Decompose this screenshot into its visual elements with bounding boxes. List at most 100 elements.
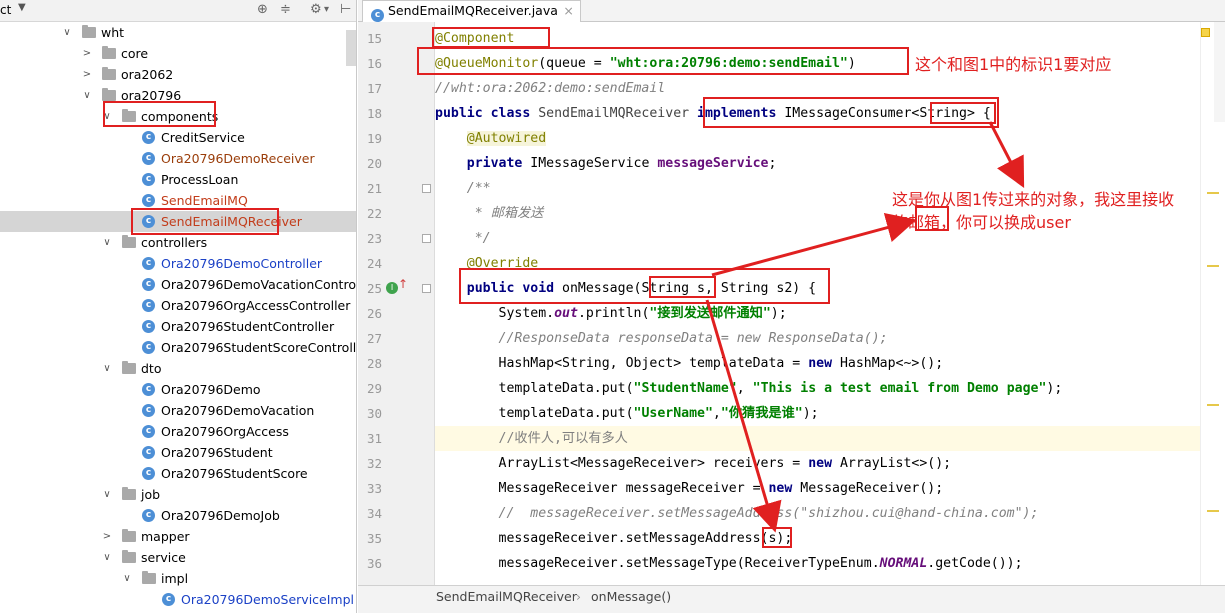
tree-class-item[interactable]: c Ora20796Demo [0,379,356,400]
tree-folder[interactable]: ∨ service [0,547,356,568]
code-line-19[interactable]: @Autowired [435,126,1225,151]
code-line-27[interactable]: //ResponseData responseData = new Respon… [435,326,1225,351]
editor-gutter: 15 16 17 18 19 20 21 22 23 24 25 26 27 28 29 30 31 32 33 34… [358,22,435,585]
code-line-15[interactable]: @Component [435,26,1225,51]
code-line-25[interactable]: public void onMessage(String s, String s… [435,276,1225,301]
chevron-down-icon[interactable]: ∨ [102,484,112,505]
tree-label: Ora20796DemoController [161,256,323,271]
gear-dropdown-icon[interactable]: ▾ [324,4,329,15]
tree-class-item[interactable]: c Ora20796StudentScore [0,463,356,484]
tree-class-item[interactable]: c Ora20796DemoReceiver [0,148,356,169]
annotation-note-object-line1: 这是你从图1传过来的对象，我这里接收 [892,190,1175,209]
code-line-31[interactable]: //收件人,可以有多人 [435,426,1225,451]
editor-scrollbar[interactable] [1214,22,1225,122]
chevron-right-icon[interactable]: > [82,64,92,85]
code-line-28[interactable]: HashMap<String, Object> templateData = n… [435,351,1225,376]
tree-folder[interactable]: ∨ impl [0,568,356,589]
tree-label: Ora20796OrgAccessController [161,298,351,313]
chevron-down-icon[interactable]: ∨ [102,232,112,253]
folder-icon [122,529,136,542]
project-scrollbar[interactable] [346,30,356,66]
class-icon: c [142,257,155,270]
code-line-35[interactable]: messageReceiver.setMessageAddress(s); [435,526,1225,551]
class-icon: c [142,446,155,459]
tree-class-item[interactable]: c Ora20796DemoVacationController [0,274,356,295]
code-line-29[interactable]: templateData.put("StudentName", "This is… [435,376,1225,401]
collapse-icon[interactable]: ≑ [280,2,291,17]
chevron-right-icon[interactable]: > [102,526,112,547]
code-line-24[interactable]: @Override [435,251,1225,276]
override-icon[interactable]: I [386,282,398,294]
tree-label: Ora20796Student [161,445,273,460]
line-number: 31 [366,431,382,446]
chevron-down-icon[interactable]: ∨ [102,358,112,379]
breadcrumb: SendEmailMQReceiver › onMessage() [358,585,1225,613]
tree-class-item[interactable]: c CreditService [0,127,356,148]
tree-class-item[interactable]: c Ora20796DemoVacation [0,400,356,421]
chevron-right-icon[interactable]: > [82,43,92,64]
tree-class-item[interactable]: c Ora20796OrgAccessController [0,295,356,316]
inspection-icon[interactable] [1201,28,1210,37]
gear-icon[interactable]: ⚙ [310,2,322,17]
tree-label: SendEmailMQ [161,193,248,208]
chevron-down-icon[interactable]: ∨ [82,85,92,106]
tree-folder[interactable]: ∨ components [0,106,356,127]
tree-folder[interactable]: > core [0,43,356,64]
close-icon[interactable]: × [563,1,573,21]
line-number: 33 [366,481,382,496]
tab-label: SendEmailMQReceiver.java [388,3,558,18]
tab-sendemailmqreceiver[interactable]: c SendEmailMQReceiver.java × [362,0,581,22]
code-line-18[interactable]: public class SendEmailMQReceiver impleme… [435,101,1225,126]
chevron-down-icon[interactable]: ∨ [122,568,132,589]
annotation-note-queue: 这个和图1中的标识1要对应 [915,55,1112,74]
code-line-36[interactable]: messageReceiver.setMessageType(ReceiverT… [435,551,1225,576]
tree-folder[interactable]: ∨ controllers [0,232,356,253]
class-icon: c [142,383,155,396]
class-icon: c [142,152,155,165]
implements-arrow-icon[interactable]: ↑ [398,277,408,291]
folder-icon [82,25,96,38]
chevron-down-icon[interactable]: ∨ [102,106,112,127]
line-number: 15 [366,31,382,46]
tree-label: components [141,109,219,124]
tree-folder[interactable]: > ora2062 [0,64,356,85]
tree-class-item[interactable]: c Ora20796StudentScoreController [0,337,356,358]
code-line-26[interactable]: System.out.println("接到发送邮件通知"); [435,301,1225,326]
chevron-down-icon[interactable]: ∨ [102,547,112,568]
tree-label: core [121,46,149,61]
fold-icon[interactable] [422,184,431,193]
code-line-32[interactable]: ArrayList<MessageReceiver> receivers = n… [435,451,1225,476]
code-line-33[interactable]: MessageReceiver messageReceiver = new Me… [435,476,1225,501]
breadcrumb-class[interactable]: SendEmailMQReceiver [436,586,577,608]
line-number: 32 [366,456,382,471]
tree-class-item[interactable]: c Ora20796Student [0,442,356,463]
code-line-17[interactable]: //wht:ora:2062:demo:sendEmail [435,76,1225,101]
tree-class-item[interactable]: c Ora20796DemoServiceImpl [0,589,356,610]
tree-folder[interactable]: ∨ wht [0,22,356,43]
locate-icon[interactable]: ⊕ [257,2,268,17]
class-icon: c [142,173,155,186]
code-line-34[interactable]: // messageReceiver.setMessageAddress("sh… [435,501,1225,526]
chevron-down-icon[interactable]: ∨ [62,22,72,43]
tree-folder[interactable]: ∨ dto [0,358,356,379]
fold-icon[interactable] [422,234,431,243]
hide-icon[interactable]: ⊢ [340,2,351,17]
tree-folder[interactable]: ∨ ora20796 [0,85,356,106]
tree-class-item[interactable]: c Ora20796DemoController [0,253,356,274]
project-dropdown-icon[interactable]: ▼ [18,2,26,13]
fold-icon[interactable] [422,284,431,293]
tree-class-item[interactable]: c Ora20796OrgAccess [0,421,356,442]
code-line-30[interactable]: templateData.put("UserName","你猜我是谁"); [435,401,1225,426]
tree-label: job [141,487,161,502]
tree-class-item[interactable]: c ProcessLoan [0,169,356,190]
tree-label: Ora20796StudentScore [161,466,308,481]
code-line-20[interactable]: private IMessageService messageService; [435,151,1225,176]
tree-folder[interactable]: ∨ job [0,484,356,505]
tree-class-item[interactable]: c Ora20796StudentController [0,316,356,337]
tree-class-item[interactable]: c SendEmailMQ [0,190,356,211]
breadcrumb-method[interactable]: onMessage() [591,586,671,608]
tree-class-item[interactable]: c SendEmailMQReceiver [0,211,356,232]
code-line-23[interactable]: */ [435,226,1225,251]
tree-folder[interactable]: > mapper [0,526,356,547]
tree-class-item[interactable]: c Ora20796DemoJob [0,505,356,526]
